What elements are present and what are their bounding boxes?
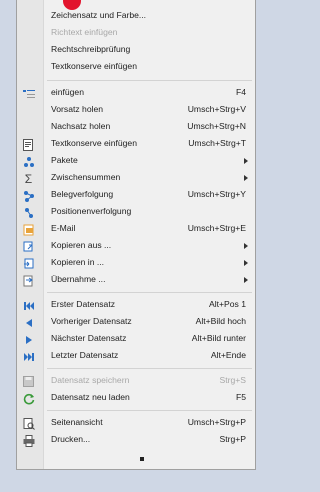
save-icon xyxy=(22,375,35,388)
menu-item-label: einfügen xyxy=(51,87,84,97)
menu-item-shortcut: Alt+Pos 1 xyxy=(208,299,246,309)
menu-separator xyxy=(47,410,252,411)
menu-item-print-preview[interactable]: Seitenansicht Umsch+Strg+P xyxy=(17,415,255,432)
menu-item-shortcut: Umsch+Strg+E xyxy=(187,223,246,233)
copy-to-icon xyxy=(22,257,35,270)
submenu-arrow-icon xyxy=(244,277,248,283)
menu-item-shortcut: F4 xyxy=(235,87,246,97)
menu-item-get-prefix[interactable]: Vorsatz holen Umsch+Strg+V xyxy=(17,102,255,119)
menu-item-insert-text-template-shortcut[interactable]: Textkonserve einfügen Umsch+Strg+T xyxy=(17,136,255,153)
insert-list-icon xyxy=(22,87,35,100)
menu-item-takeover[interactable]: Übernahme ... xyxy=(17,272,255,289)
menu-separator xyxy=(47,80,252,81)
menu-item-subtotals[interactable]: Σ Zwischensummen xyxy=(17,170,255,187)
printer-icon xyxy=(22,434,35,447)
menu-item-label: Übernahme ... xyxy=(51,274,106,284)
menu-item-label: Letzter Datensatz xyxy=(51,350,119,360)
menu-item-print[interactable]: Drucken... Strg+P xyxy=(17,432,255,449)
menu-item-shortcut: F5 xyxy=(235,392,246,402)
menu-item-copy-from[interactable]: Kopieren aus ... xyxy=(17,238,255,255)
menu-item-label: Pakete xyxy=(51,155,78,165)
menu-item-label: Vorheriger Datensatz xyxy=(51,316,132,326)
menu-item-insert[interactable]: einfügen F4 xyxy=(17,85,255,102)
menu-item-document-tracking[interactable]: Belegverfolgung Umsch+Strg+Y xyxy=(17,187,255,204)
menu-item-font-and-color[interactable]: Zeichensatz und Farbe... xyxy=(17,8,255,25)
menu-item-label: Erster Datensatz xyxy=(51,299,115,309)
menu-item-label: Textkonserve einfügen xyxy=(51,138,137,148)
menu-item-insert-richtext[interactable]: Richtext einfügen xyxy=(17,25,255,42)
menu-item-shortcut: Umsch+Strg+P xyxy=(187,417,246,427)
menu-item-email[interactable]: E-Mail Umsch+Strg+E xyxy=(17,221,255,238)
print-preview-icon xyxy=(22,417,35,430)
menu-item-spellcheck[interactable]: Rechtschreibprüfung xyxy=(17,42,255,59)
menu-item-packages[interactable]: Pakete xyxy=(17,153,255,170)
menu-item-get-suffix[interactable]: Nachsatz holen Umsch+Strg+N xyxy=(17,119,255,136)
document-tracking-icon xyxy=(22,189,35,202)
menu-item-shortcut: Strg+P xyxy=(219,434,246,444)
menu-item-position-tracking[interactable]: Positionenverfolgung xyxy=(17,204,255,221)
menu-item-shortcut: Alt+Bild runter xyxy=(191,333,246,343)
menu-item-shortcut: Umsch+Strg+N xyxy=(187,121,246,131)
menu-item-label: Nächster Datensatz xyxy=(51,333,127,343)
menu-item-label: Zeichensatz und Farbe... xyxy=(51,10,147,20)
copy-from-icon xyxy=(22,240,35,253)
menu-item-label: Seitenansicht xyxy=(51,417,103,427)
menu-item-label: E-Mail xyxy=(51,223,76,233)
menu-item-label: Kopieren in ... xyxy=(51,257,105,267)
menu-item-shortcut: Strg+S xyxy=(219,375,246,385)
context-menu: Zeichensatz und Farbe... Richtext einfüg… xyxy=(16,0,256,470)
submenu-arrow-icon xyxy=(244,158,248,164)
menu-item-previous-record[interactable]: Vorheriger Datensatz Alt+Bild hoch xyxy=(17,314,255,331)
package-icon xyxy=(22,155,35,168)
menu-item-label: Zwischensummen xyxy=(51,172,121,182)
menu-item-shortcut: Umsch+Strg+V xyxy=(187,104,246,114)
menu-item-label: Vorsatz holen xyxy=(51,104,104,114)
menu-item-shortcut: Alt+Ende xyxy=(210,350,246,360)
menu-item-label: Datensatz neu laden xyxy=(51,392,130,402)
menu-item-first-record[interactable]: Erster Datensatz Alt+Pos 1 xyxy=(17,297,255,314)
next-record-icon xyxy=(22,333,35,346)
menu-item-label: Belegverfolgung xyxy=(51,189,114,199)
menu-item-copy-to[interactable]: Kopieren in ... xyxy=(17,255,255,272)
menu-item-label: Drucken... xyxy=(51,434,91,444)
email-icon xyxy=(22,223,35,236)
menu-item-label: Textkonserve einfügen xyxy=(51,61,137,71)
menu-item-label: Positionenverfolgung xyxy=(51,206,132,216)
menu-item-insert-text-template[interactable]: Textkonserve einfügen xyxy=(17,59,255,76)
menu-separator xyxy=(47,292,252,293)
menu-item-shortcut: Umsch+Strg+T xyxy=(188,138,246,148)
menu-item-label: Richtext einfügen xyxy=(51,27,118,37)
reload-icon xyxy=(22,392,35,405)
sigma-icon: Σ xyxy=(24,171,33,186)
menu-separator xyxy=(47,368,252,369)
takeover-icon xyxy=(22,274,35,287)
menu-item-last-record[interactable]: Letzter Datensatz Alt+Ende xyxy=(17,348,255,365)
menu-item-shortcut: Alt+Bild hoch xyxy=(195,316,246,326)
menu-item-shortcut: Umsch+Strg+Y xyxy=(187,189,246,199)
last-record-icon xyxy=(22,350,35,363)
menu-item-save-record[interactable]: Datensatz speichern Strg+S xyxy=(17,373,255,390)
previous-record-icon xyxy=(22,316,35,329)
submenu-arrow-icon xyxy=(244,243,248,249)
first-record-icon xyxy=(22,299,35,312)
text-template-icon xyxy=(22,138,35,151)
menu-item-label: Datensatz speichern xyxy=(51,375,130,385)
menu-item-label: Kopieren aus ... xyxy=(51,240,112,250)
menu-item-reload-record[interactable]: Datensatz neu laden F5 xyxy=(17,390,255,407)
scroll-indicator xyxy=(140,457,144,461)
position-tracking-icon xyxy=(22,206,35,219)
menu-item-next-record[interactable]: Nächster Datensatz Alt+Bild runter xyxy=(17,331,255,348)
menu-item-label: Rechtschreibprüfung xyxy=(51,44,131,54)
submenu-arrow-icon xyxy=(244,260,248,266)
submenu-arrow-icon xyxy=(244,175,248,181)
menu-item-label: Nachsatz holen xyxy=(51,121,111,131)
